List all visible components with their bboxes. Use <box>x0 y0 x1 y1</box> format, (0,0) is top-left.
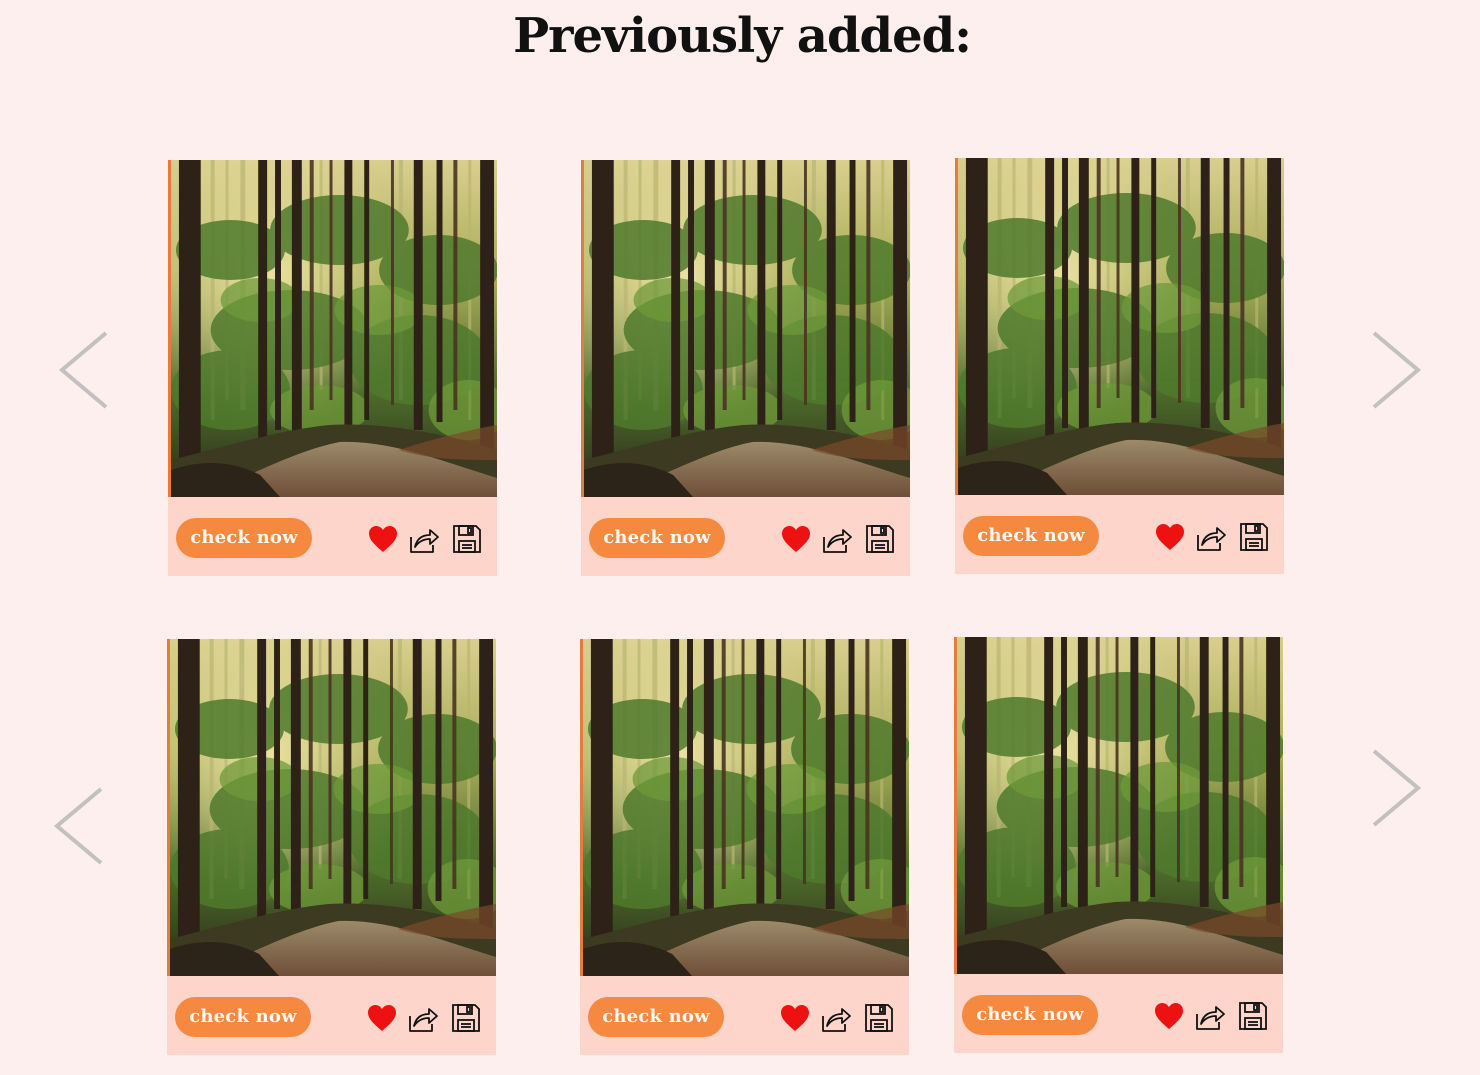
carousel-next-button[interactable] <box>1364 743 1424 833</box>
heart-icon[interactable] <box>779 1002 811 1034</box>
forest-photo[interactable] <box>580 639 909 976</box>
forest-image <box>583 639 909 976</box>
product-card: check now <box>167 639 496 1055</box>
chevron-right-icon <box>1372 331 1422 409</box>
product-card: check now <box>580 639 909 1055</box>
product-card: check now <box>955 158 1284 574</box>
share-icon[interactable] <box>1195 521 1227 553</box>
carousel-next-button[interactable] <box>1364 325 1424 415</box>
share-icon[interactable] <box>408 523 440 555</box>
heart-icon[interactable] <box>367 523 399 555</box>
forest-photo[interactable] <box>954 637 1283 974</box>
carousel-prev-button[interactable] <box>56 325 116 415</box>
share-icon[interactable] <box>821 523 853 555</box>
forest-image <box>957 637 1283 974</box>
floppy-disk-icon[interactable] <box>1237 1000 1269 1032</box>
page-title: Previously added: <box>513 8 972 64</box>
forest-image <box>171 160 497 497</box>
forest-photo[interactable] <box>168 160 497 497</box>
forest-image <box>170 639 496 976</box>
check-now-button[interactable]: check now <box>589 518 725 558</box>
chevron-left-icon <box>58 331 108 409</box>
floppy-disk-icon[interactable] <box>1238 521 1270 553</box>
heart-icon[interactable] <box>1153 1000 1185 1032</box>
chevron-left-icon <box>53 787 103 865</box>
product-card: check now <box>581 160 910 576</box>
product-card: check now <box>954 637 1283 1053</box>
product-card: check now <box>168 160 497 576</box>
chevron-right-icon <box>1372 749 1422 827</box>
floppy-disk-icon[interactable] <box>451 523 483 555</box>
heart-icon[interactable] <box>1154 521 1186 553</box>
check-now-button[interactable]: check now <box>176 518 312 558</box>
check-now-button[interactable]: check now <box>963 516 1099 556</box>
carousel-prev-button[interactable] <box>51 781 111 871</box>
check-now-button[interactable]: check now <box>175 997 311 1037</box>
floppy-disk-icon[interactable] <box>864 523 896 555</box>
share-icon[interactable] <box>820 1002 852 1034</box>
forest-photo[interactable] <box>167 639 496 976</box>
floppy-disk-icon[interactable] <box>450 1002 482 1034</box>
forest-photo[interactable] <box>581 160 910 497</box>
share-icon[interactable] <box>407 1002 439 1034</box>
heart-icon[interactable] <box>366 1002 398 1034</box>
forest-image <box>584 160 910 497</box>
forest-image <box>958 158 1284 495</box>
check-now-button[interactable]: check now <box>962 995 1098 1035</box>
forest-photo[interactable] <box>955 158 1284 495</box>
heart-icon[interactable] <box>780 523 812 555</box>
floppy-disk-icon[interactable] <box>863 1002 895 1034</box>
check-now-button[interactable]: check now <box>588 997 724 1037</box>
share-icon[interactable] <box>1194 1000 1226 1032</box>
